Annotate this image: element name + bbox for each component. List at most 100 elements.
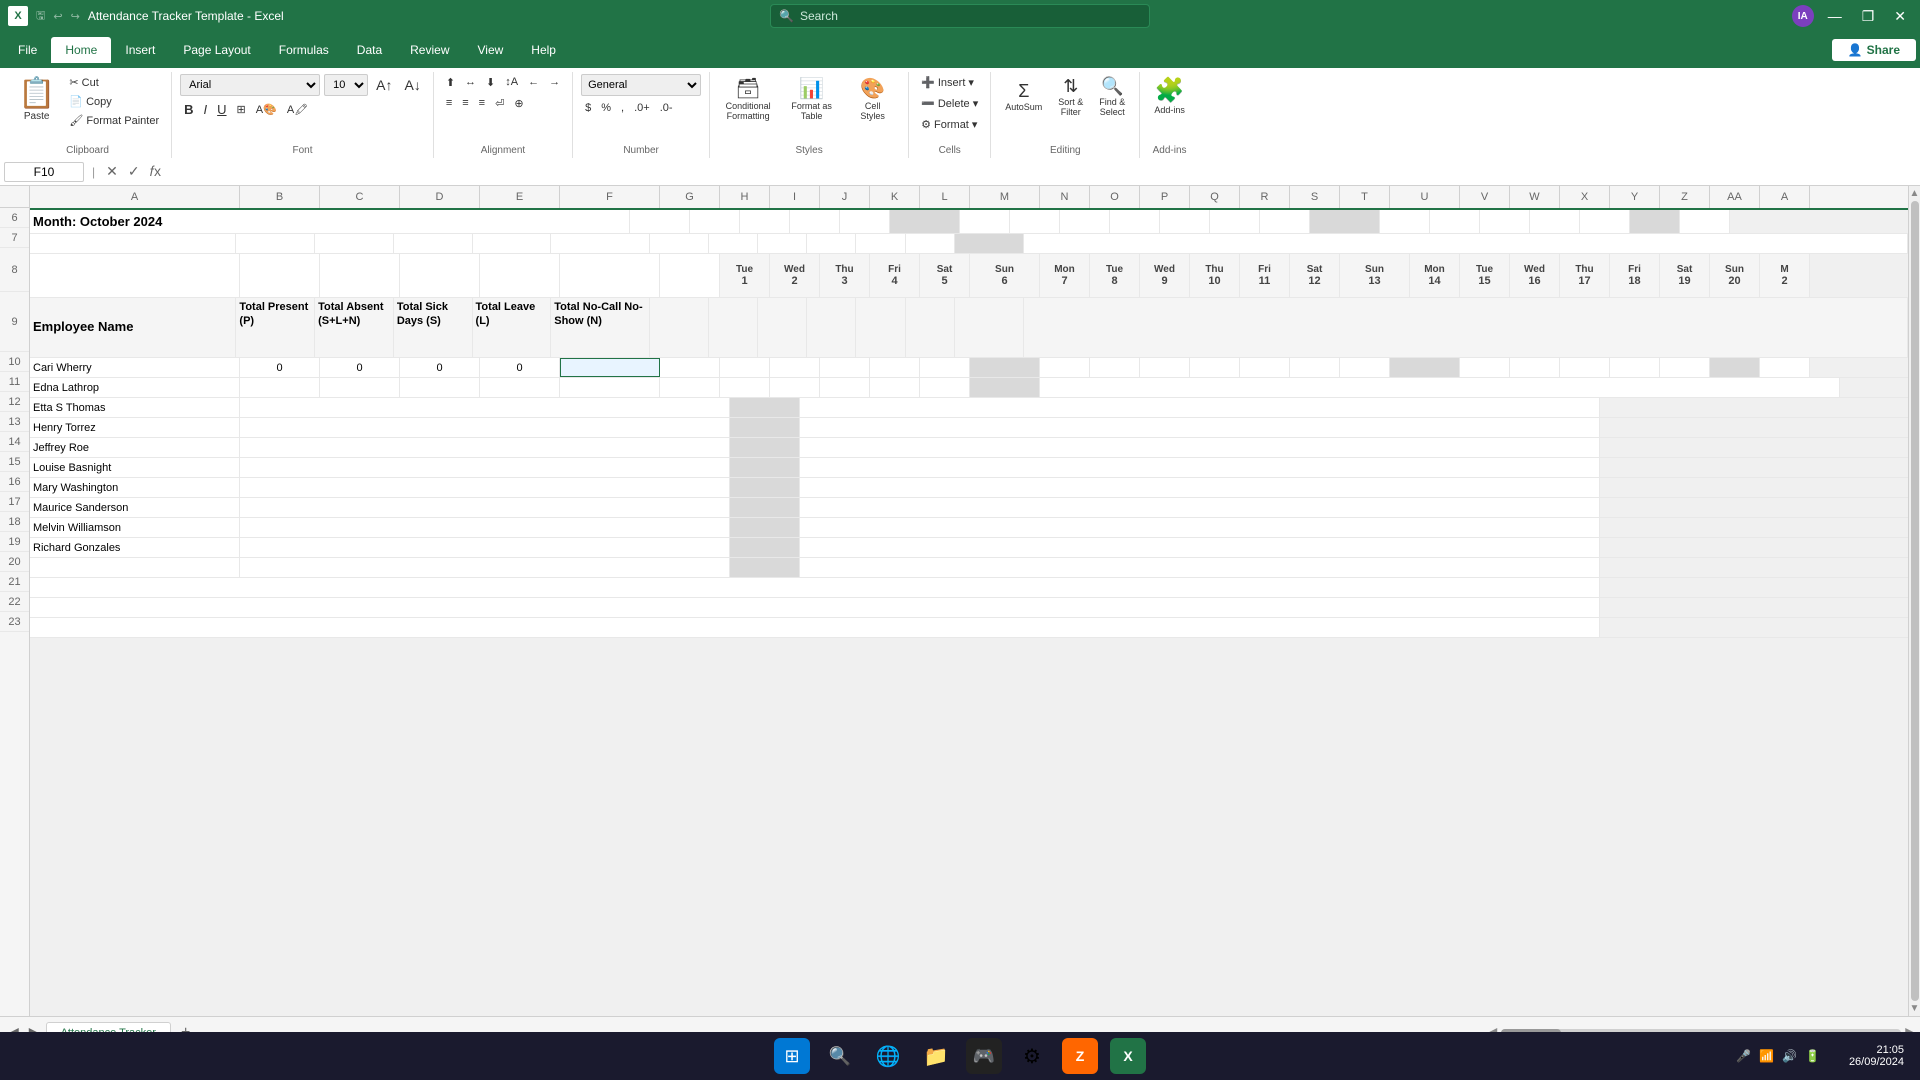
indent-increase-button[interactable]: →	[545, 74, 564, 91]
cell-all23[interactable]	[30, 618, 1600, 637]
cell-l7[interactable]	[906, 234, 955, 253]
cell-a8[interactable]	[30, 254, 240, 297]
col-header-b[interactable]: B	[240, 186, 320, 208]
employee-richard[interactable]: Richard Gonzales	[30, 538, 240, 557]
decimal-decrease-button[interactable]: .0-	[656, 100, 677, 116]
cell-rest17[interactable]	[240, 498, 730, 517]
cell-rest18[interactable]	[240, 518, 730, 537]
col-header-o[interactable]: O	[1090, 186, 1140, 208]
cell-rest14[interactable]	[240, 438, 730, 457]
tab-insert[interactable]: Insert	[111, 37, 169, 63]
cell-q10[interactable]	[1190, 358, 1240, 377]
cell-aa6[interactable]	[1630, 210, 1680, 233]
cell-g10[interactable]	[660, 358, 720, 377]
employee-maurice[interactable]: Maurice Sanderson	[30, 498, 240, 517]
cell-g11[interactable]	[660, 378, 720, 397]
cell-e11[interactable]	[480, 378, 560, 397]
col-header-z[interactable]: Z	[1660, 186, 1710, 208]
cell-o6[interactable]	[1010, 210, 1060, 233]
cell-j6[interactable]	[790, 210, 840, 233]
employee-mary[interactable]: Mary Washington	[30, 478, 240, 497]
cell-rest7[interactable]	[1024, 234, 1908, 253]
cell-k7[interactable]	[856, 234, 905, 253]
cell-d10[interactable]: 0	[400, 358, 480, 377]
cell-i10[interactable]	[770, 358, 820, 377]
cell-c7[interactable]	[315, 234, 394, 253]
cell-aa10[interactable]	[1710, 358, 1760, 377]
cell-e8[interactable]	[480, 254, 560, 297]
cell-restn20[interactable]	[800, 558, 1600, 577]
font-family-selector[interactable]: Arial	[180, 74, 320, 96]
insert-cell-button[interactable]: ➕ Insert ▾	[917, 74, 978, 91]
tab-view[interactable]: View	[464, 37, 518, 63]
cut-button[interactable]: ✂ Cut	[65, 74, 163, 91]
cell-m15[interactable]	[730, 458, 800, 477]
cell-restn19[interactable]	[800, 538, 1600, 557]
file-explorer-button[interactable]: 📁	[918, 1038, 954, 1074]
cell-f10[interactable]	[560, 358, 660, 377]
cell-h7[interactable]	[709, 234, 758, 253]
cell-m11[interactable]	[970, 378, 1040, 397]
cell-f8[interactable]	[560, 254, 660, 297]
cell-rest15[interactable]	[240, 458, 730, 477]
delete-cell-button[interactable]: ➖ Delete ▾	[917, 95, 982, 112]
search-box[interactable]: 🔍 Search	[770, 4, 1150, 28]
col-l9[interactable]	[906, 298, 955, 357]
col-header-i[interactable]: I	[770, 186, 820, 208]
col-header-q[interactable]: Q	[1190, 186, 1240, 208]
fill-color-button[interactable]: A🎨	[252, 101, 281, 118]
cell-d8[interactable]	[400, 254, 480, 297]
cell-m18[interactable]	[730, 518, 800, 537]
cell-i7[interactable]	[758, 234, 807, 253]
month-title-cell[interactable]: Month: October 2024	[30, 210, 630, 233]
cell-t6[interactable]	[1260, 210, 1310, 233]
cell-v10[interactable]	[1460, 358, 1510, 377]
cell-z6[interactable]	[1580, 210, 1630, 233]
vertical-scrollbar[interactable]: ▲ ▼	[1908, 186, 1920, 1016]
cell-j10[interactable]	[820, 358, 870, 377]
cell-e7[interactable]	[473, 234, 552, 253]
col-header-g[interactable]: G	[660, 186, 720, 208]
align-right-button[interactable]: ≡	[475, 95, 489, 112]
cell-n10[interactable]	[1040, 358, 1090, 377]
cell-d11[interactable]	[400, 378, 480, 397]
cell-rest12[interactable]	[240, 398, 730, 417]
cell-restn16[interactable]	[800, 478, 1600, 497]
align-top-button[interactable]: ⬆	[442, 74, 459, 91]
cell-m14[interactable]	[730, 438, 800, 457]
col-header-h[interactable]: H	[720, 186, 770, 208]
comma-button[interactable]: ,	[617, 100, 628, 116]
font-shrink-button[interactable]: A↓	[400, 75, 424, 95]
col-h9[interactable]	[709, 298, 758, 357]
sort-filter-button[interactable]: ⇅ Sort &Filter	[1052, 74, 1089, 119]
tab-home[interactable]: Home	[51, 37, 111, 63]
cell-r10[interactable]	[1240, 358, 1290, 377]
cell-t10[interactable]	[1340, 358, 1390, 377]
cell-j7[interactable]	[807, 234, 856, 253]
cell-g7[interactable]	[650, 234, 709, 253]
start-button[interactable]: ⊞	[774, 1038, 810, 1074]
cell-rest19[interactable]	[240, 538, 730, 557]
paste-button[interactable]: 📋 Paste	[12, 74, 61, 124]
cell-m17[interactable]	[730, 498, 800, 517]
maximize-button[interactable]: ❐	[1856, 8, 1881, 25]
cell-h11[interactable]	[720, 378, 770, 397]
cell-o10[interactable]	[1090, 358, 1140, 377]
col-header-w[interactable]: W	[1510, 186, 1560, 208]
col-header-j[interactable]: J	[820, 186, 870, 208]
cell-m20[interactable]	[730, 558, 800, 577]
cell-a20[interactable]	[30, 558, 240, 577]
merge-center-button[interactable]: ⊕	[510, 95, 527, 112]
employee-etta[interactable]: Etta S Thomas	[30, 398, 240, 417]
percent-button[interactable]: %	[597, 100, 615, 116]
font-color-button[interactable]: A🖍	[283, 101, 312, 118]
minimize-button[interactable]: —	[1822, 8, 1848, 24]
font-size-selector[interactable]: 10	[324, 74, 368, 96]
col-header-n[interactable]: N	[1040, 186, 1090, 208]
cell-i6[interactable]	[740, 210, 790, 233]
close-button[interactable]: ✕	[1888, 8, 1912, 25]
cell-rest16[interactable]	[240, 478, 730, 497]
game-button[interactable]: 🎮	[966, 1038, 1002, 1074]
find-select-button[interactable]: 🔍 Find &Select	[1093, 74, 1131, 119]
bold-button[interactable]: B	[180, 100, 197, 119]
